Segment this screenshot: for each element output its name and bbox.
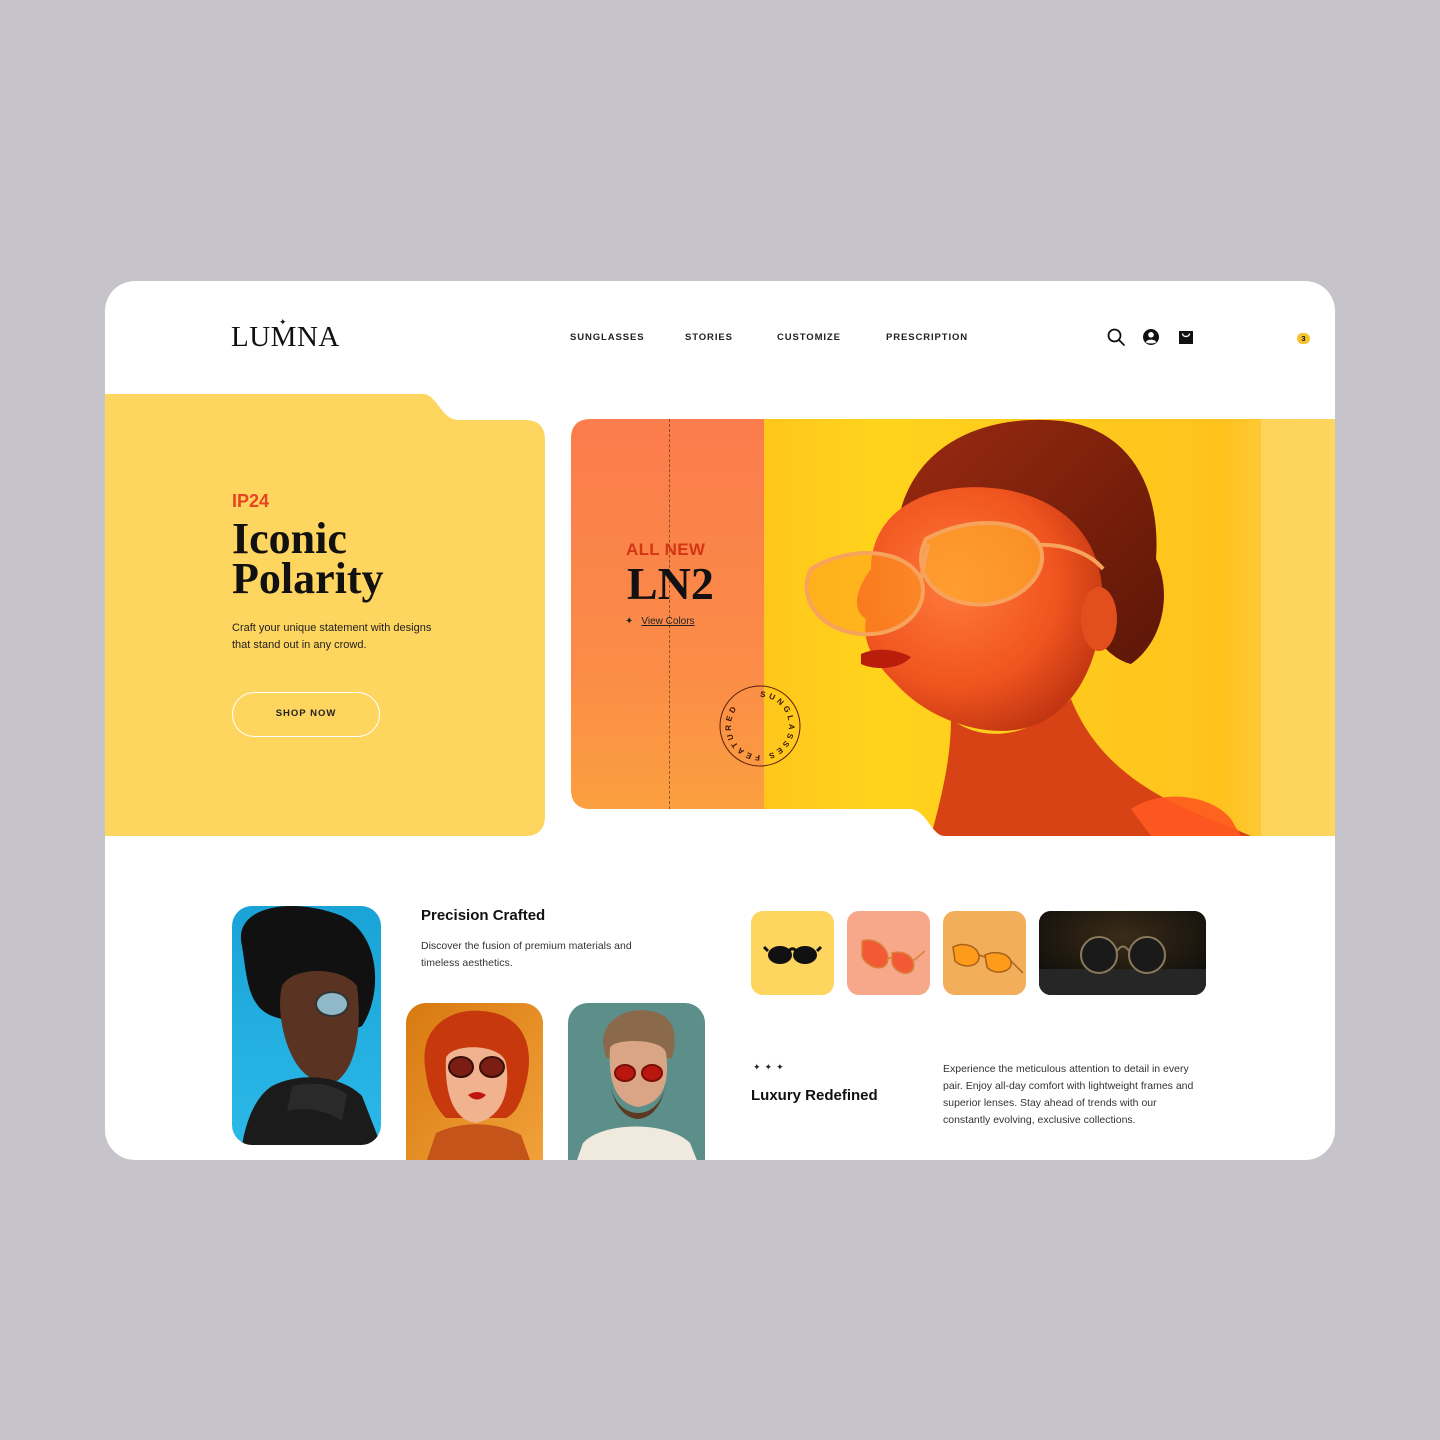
dashed-divider: [669, 419, 670, 809]
view-colors-label: View Colors: [641, 616, 695, 627]
precision-title: Precision Crafted: [421, 907, 546, 924]
cart-icon[interactable]: [1177, 327, 1197, 347]
hero-eyebrow: IP24: [232, 491, 270, 511]
feature-banner: SUNGLASSES FEATURED ALL NEW LN2 ✦ View Co…: [571, 419, 1335, 836]
product-thumb-dark[interactable]: [1039, 911, 1206, 995]
product-thumb-amber[interactable]: [943, 911, 1026, 995]
nav-customize[interactable]: CUSTOMIZE: [777, 332, 841, 343]
landing-page-card: LUMNA ✦ SUNGLASSES STORIES CUSTOMIZE PRE…: [105, 281, 1335, 1160]
sparkle-icon: ✦: [625, 616, 634, 627]
shop-now-button[interactable]: SHOP NOW: [232, 692, 380, 737]
model-photo-curly[interactable]: [232, 906, 381, 1145]
hero-title: Iconic Polarity: [232, 514, 532, 603]
nav-stories[interactable]: STORIES: [685, 332, 733, 343]
product-thumb-black[interactable]: [751, 911, 834, 995]
view-colors-link[interactable]: ✦ View Colors: [625, 616, 695, 627]
hero-title-line2: Polarity: [232, 554, 384, 603]
hero-title-line1: Iconic: [232, 514, 347, 563]
search-icon[interactable]: [1106, 327, 1126, 347]
cart-count-badge: 3: [1297, 333, 1310, 344]
stars-icon: ✦✦✦: [753, 1062, 788, 1072]
hero-panel: [105, 394, 545, 836]
luxury-text: Experience the meticulous attention to d…: [943, 1063, 1194, 1126]
product-thumb-red[interactable]: [847, 911, 930, 995]
luxury-title: Luxury Redefined: [751, 1087, 878, 1104]
logo-star-icon: ✦: [279, 317, 287, 327]
nav-sunglasses[interactable]: SUNGLASSES: [570, 332, 644, 343]
feature-model: LN2: [627, 558, 714, 609]
nav-prescription[interactable]: PRESCRIPTION: [886, 332, 968, 343]
model-photo-redhead[interactable]: [406, 1003, 543, 1160]
model-photo-bearded[interactable]: [568, 1003, 705, 1160]
user-icon[interactable]: [1141, 327, 1161, 347]
hero-description: Craft your unique statement with designs…: [232, 622, 432, 651]
precision-text: Discover the fusion of premium materials…: [421, 940, 632, 969]
